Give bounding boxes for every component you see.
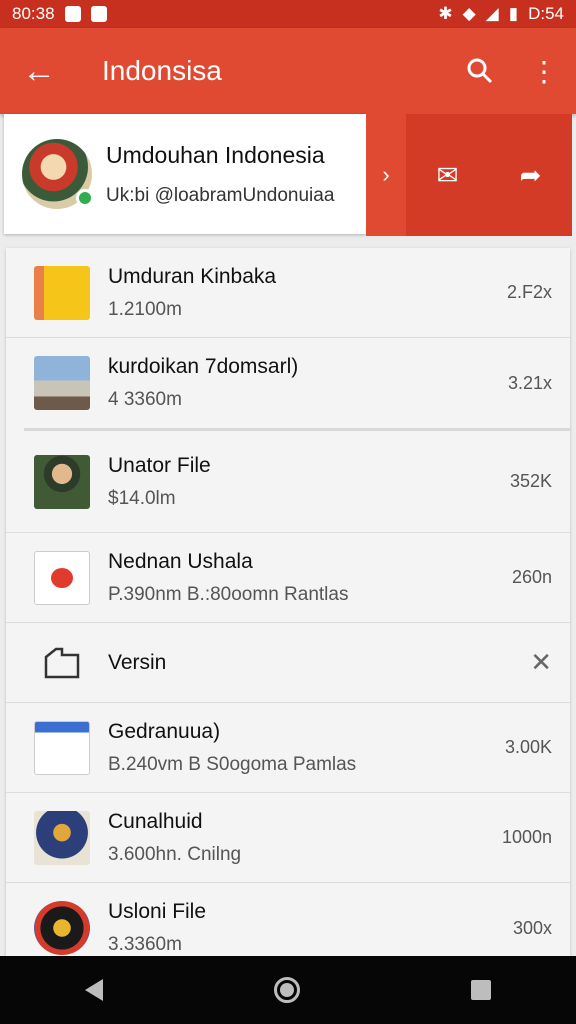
file-size: 2.F2x (506, 282, 552, 302)
file-name: kurdoikan 7domsarl) (108, 355, 299, 378)
list-item[interactable]: Usloni File 3.3360m 300x (6, 883, 570, 956)
channel-subtitle: Uk:bi @loabramUndonuiaa (106, 184, 335, 206)
file-meta: B.240vm B S0ogoma Pamlas (108, 753, 357, 775)
file-meta: 1.2100m (108, 298, 182, 320)
list-item[interactable]: Cunalhuid 3.600hn. Cnilng 1000n (6, 793, 570, 883)
online-badge (76, 189, 94, 207)
page-title: Indonsisa (102, 55, 222, 86)
list-item[interactable]: Nednan Ushala P.390nm B.:80oomn Rantlas … (6, 533, 570, 623)
nav-back-icon[interactable] (85, 979, 104, 1001)
file-size: 260n (511, 567, 552, 587)
file-size: 300x (512, 917, 552, 938)
file-name: Nednan Ushala (108, 549, 253, 573)
file-size: 1000n (501, 827, 552, 847)
battery-icon: ▮ (508, 4, 519, 23)
file-thumbnail (34, 550, 90, 605)
nav-recents-icon[interactable] (470, 980, 491, 1000)
file-meta: P.390nm B.:80oomn Rantlas (108, 583, 349, 605)
channel-header: Umdouhan Indonesia Uk:bi @loabramUndonui… (4, 114, 572, 236)
file-thumbnail (34, 356, 90, 410)
list-item[interactable]: Versin ✕ (6, 623, 570, 703)
notification-icon-2 (90, 6, 107, 22)
avatar (22, 139, 94, 209)
file-name: Gedranuua) (108, 719, 221, 743)
file-thumbnail (34, 454, 90, 509)
list-item[interactable]: Gedranuua) B.240vm B S0ogoma Pamlas 3.00… (6, 703, 570, 793)
file-thumbnail (34, 720, 90, 775)
status-time-left: 80:38 (12, 4, 55, 23)
file-thumbnail (34, 901, 90, 955)
file-size: 3.21x (507, 372, 552, 393)
nav-home-icon[interactable] (273, 977, 300, 1003)
chevron-right-icon[interactable]: › (366, 114, 406, 236)
file-meta: 3.3360m (108, 934, 182, 955)
file-meta: 3.600hn. Cnilng (108, 843, 242, 865)
arrow-left-icon[interactable]: ← (0, 28, 78, 114)
close-icon[interactable]: ✕ (530, 647, 552, 678)
file-name: Cunalhuid (108, 809, 203, 833)
search-icon[interactable] (448, 28, 512, 114)
bluetooth-icon: ✱ (438, 4, 453, 23)
more-vert-icon[interactable]: ⋮ (512, 28, 576, 114)
file-thumbnail (34, 265, 90, 320)
status-bar: 80:38 ✱ ◆ ◢ ▮ D:54 (0, 0, 576, 28)
file-meta: 4 3360m (108, 389, 182, 410)
mail-icon[interactable]: ✉ (437, 160, 459, 191)
system-nav-bar (0, 956, 576, 1024)
file-thumbnail (34, 810, 90, 865)
list-item[interactable]: Umduran Kinbaka 1.2100m 2.F2x (6, 248, 570, 338)
file-size: 3.00K (504, 737, 552, 757)
wifi-icon: ◆ (462, 4, 476, 23)
app-bar: ← Indonsisa ⋮ (0, 28, 576, 114)
file-name: Umduran Kinbaka (108, 264, 277, 288)
signal-icon: ◢ (485, 4, 499, 23)
folder-icon (34, 636, 90, 690)
file-name: Usloni File (108, 900, 207, 923)
file-meta: $14.0lm (108, 487, 176, 509)
channel-info[interactable]: Umdouhan Indonesia Uk:bi @loabramUndonui… (4, 114, 366, 234)
share-icon[interactable]: ➦ (520, 160, 542, 191)
file-list: Umduran Kinbaka 1.2100m 2.F2x kurdoikan … (6, 248, 570, 956)
list-item[interactable]: Unator File $14.0lm 352K (6, 431, 570, 533)
file-name: Versin (108, 650, 167, 674)
notification-icon (64, 6, 81, 22)
file-size: 352K (509, 471, 552, 491)
list-item[interactable]: kurdoikan 7domsarl) 4 3360m 3.21x (6, 338, 570, 428)
status-time-right: D:54 (528, 4, 564, 23)
file-name: Unator File (108, 453, 211, 477)
channel-title: Umdouhan Indonesia (106, 141, 325, 168)
header-actions: ✉ ➦ (406, 114, 572, 236)
